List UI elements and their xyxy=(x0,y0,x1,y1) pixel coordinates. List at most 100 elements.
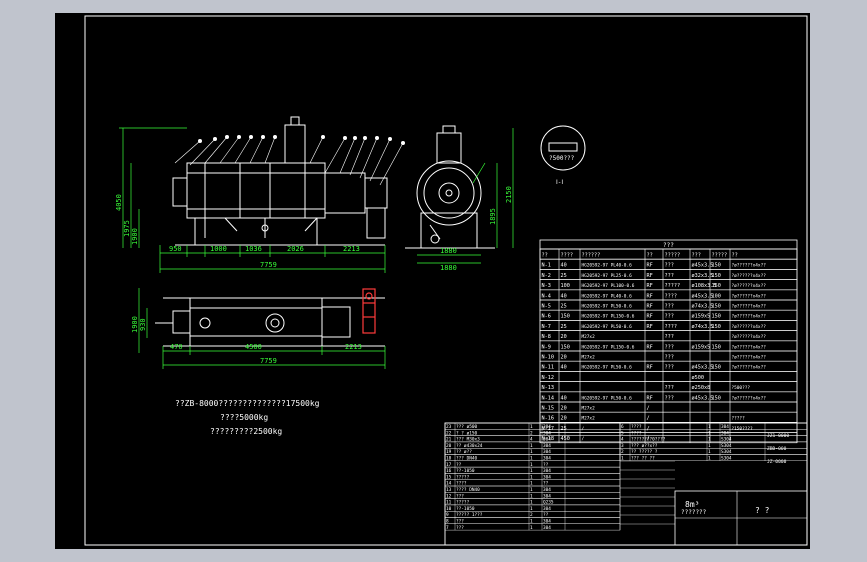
parts-right-cell: ??? ø??x?? xyxy=(631,443,658,449)
parts-left-cell: 304 xyxy=(543,493,551,499)
end-dimensions xyxy=(417,128,514,264)
nozzle-header-cell: ?? xyxy=(542,253,548,259)
nozzle-cell: HG20592-97 PL50-0.6 xyxy=(582,365,633,371)
nozzle-cell: ?150???? xyxy=(732,426,754,432)
dim-height-3: 1900 xyxy=(131,228,139,245)
nozzle-cell: ø159x5 xyxy=(692,314,711,320)
nozzle-header-cell: ???? xyxy=(561,253,574,259)
nozzle-cell: HG20592-97 PL40-0.6 xyxy=(582,263,633,269)
dim-height-1: 4050 xyxy=(115,194,123,211)
nozzle-cell: ?ø??????x4x?? xyxy=(732,293,767,299)
nozzle-cell: RF xyxy=(647,304,653,310)
parts-right-cell: 1 xyxy=(621,456,624,462)
nozzle-header-cell: ??? xyxy=(692,253,701,259)
nozzle-cell: ??? xyxy=(665,344,674,350)
nozzle-cell: ??? xyxy=(665,263,674,269)
plan-drive-highlight xyxy=(362,288,376,334)
parts-left-cell: ??? xyxy=(456,493,464,499)
nozzle-cell: N-3 xyxy=(542,283,551,289)
nozzle-cell: M27x2 xyxy=(582,406,596,412)
nozzle-cell: ????? xyxy=(665,283,681,289)
nozzle-cell: 20 xyxy=(561,416,567,422)
nozzle-cell: N-14 xyxy=(542,395,555,401)
cad-viewport[interactable]: 4050 1975 1900 950 1000 1036 2026 2213 7… xyxy=(0,0,867,562)
section-label: Ⅰ-Ⅰ xyxy=(556,179,563,186)
nozzle-table-row xyxy=(539,422,798,433)
nozzle-header-cell: ?? xyxy=(732,253,738,259)
nozzle-header-cell: ????? xyxy=(665,253,681,259)
end-view-shell xyxy=(416,160,482,226)
nozzle-cell: 150 xyxy=(712,395,721,401)
nozzle-table-title: ??? xyxy=(663,242,674,249)
nozzle-cell: ??? xyxy=(665,355,674,361)
parts-left-cell: 1 xyxy=(530,443,533,449)
nozzle-cell: N-8 xyxy=(542,334,551,340)
nozzle-cell: 150 xyxy=(712,365,721,371)
nozzle-cell: N-11 xyxy=(542,365,555,371)
parts-left-cell: 12 xyxy=(446,493,452,499)
parts-left-cell: ? ? ø150 xyxy=(456,430,478,436)
nozzle-cell: 25 xyxy=(561,304,567,310)
nozzle-cell: ?ø??????x4x?? xyxy=(732,273,767,279)
nozzle-cell: RF xyxy=(647,365,653,371)
drawing-sheet: 4050 1975 1900 950 1000 1036 2026 2213 7… xyxy=(55,13,810,549)
parts-right-cell: 304 xyxy=(721,430,729,436)
nozzle-table-row xyxy=(539,432,798,444)
nozzle-table-row xyxy=(539,411,798,423)
title-block-frame xyxy=(444,422,808,546)
nozzle-cell: HG20592-97 PL25-0.6 xyxy=(582,273,633,279)
section-callout: ?500??? xyxy=(549,155,575,162)
nozzle-cell: HG20592-97 PL50-0.6 xyxy=(582,304,633,310)
part-code: ZBD-000 xyxy=(767,446,787,452)
drawing-canvas: 4050 1975 1900 950 1000 1036 2026 2213 7… xyxy=(84,15,808,546)
parts-left-cell: 1 xyxy=(530,474,533,480)
nozzle-cell: N-12 xyxy=(542,375,555,381)
nozzle-cell: ??? xyxy=(665,395,674,401)
nozzle-cell: / xyxy=(582,426,585,432)
dim-seg-3: 1036 xyxy=(245,245,262,253)
dim-end-w1: 1880 xyxy=(440,247,457,255)
parts-left-cell: 2 xyxy=(530,430,533,436)
nozzle-cell: ?ø??????x4x?? xyxy=(732,355,767,361)
title-block: 23??? ø500 1 30422? ? ø150 2 30421??? M30x3 4… xyxy=(444,422,808,546)
dim-overall: 7759 xyxy=(260,261,277,269)
parts-left-cell: 1 xyxy=(530,519,533,525)
nozzle-cell: 100 xyxy=(561,283,570,289)
nozzle-cell: HG20592-97 PL40-0.6 xyxy=(582,293,633,299)
nozzle-cell: ????? xyxy=(732,416,746,422)
nozzle-cell: 150 xyxy=(561,314,570,320)
nozzle-cell: 20 xyxy=(561,334,567,340)
nozzle-cell: 40 xyxy=(561,365,567,371)
nozzle-cell: N-16 xyxy=(542,416,555,422)
nozzle-cell: N-10 xyxy=(542,355,555,361)
nozzle-table: ?????????????????????????????? ??N-1 40 HG2… xyxy=(539,239,798,444)
dim-plan-h1: 1900 xyxy=(131,316,139,333)
parts-left-cell: ?? xyxy=(543,462,549,468)
nozzle-cell: ?ø??????x4x?? xyxy=(732,365,767,371)
parts-left-cell: 22 xyxy=(446,430,452,436)
nozzle-cell: ??? xyxy=(665,334,674,340)
note-line-2: ????5000kg xyxy=(220,413,268,422)
parts-left-cell: ??-1050 xyxy=(456,506,475,512)
note-line-1: ??ZB-8000??????????????17500kg xyxy=(175,399,320,408)
parts-right-cell: 1 xyxy=(708,443,711,449)
title-scale: ? ? xyxy=(755,506,770,515)
parts-left-cell: 17 xyxy=(446,462,452,468)
nozzle-cell: 25 xyxy=(561,273,567,279)
nozzle-cell: N-15 xyxy=(542,406,555,412)
dim-end-w2: 1880 xyxy=(440,264,457,272)
dim-seg-4: 2026 xyxy=(287,245,304,253)
nozzle-cell: M27x2 xyxy=(582,355,596,361)
mixer-body xyxy=(186,162,326,219)
parts-left-cell: 304 xyxy=(543,474,551,480)
left-end-cap xyxy=(172,177,188,207)
nozzle-cell: N-5 xyxy=(542,304,551,310)
parts-right-cell: ??? ?? ?? xyxy=(631,456,655,462)
nozzle-cell: N-1 xyxy=(542,263,551,269)
part-code: JZ1-0000 xyxy=(767,433,789,439)
parts-left-cell: ??? xyxy=(456,525,464,531)
parts-right-cell: 5 xyxy=(621,430,624,436)
nozzle-cell: 20 xyxy=(561,406,567,412)
plan-view xyxy=(155,297,385,347)
nozzle-cell: 150 xyxy=(712,304,721,310)
